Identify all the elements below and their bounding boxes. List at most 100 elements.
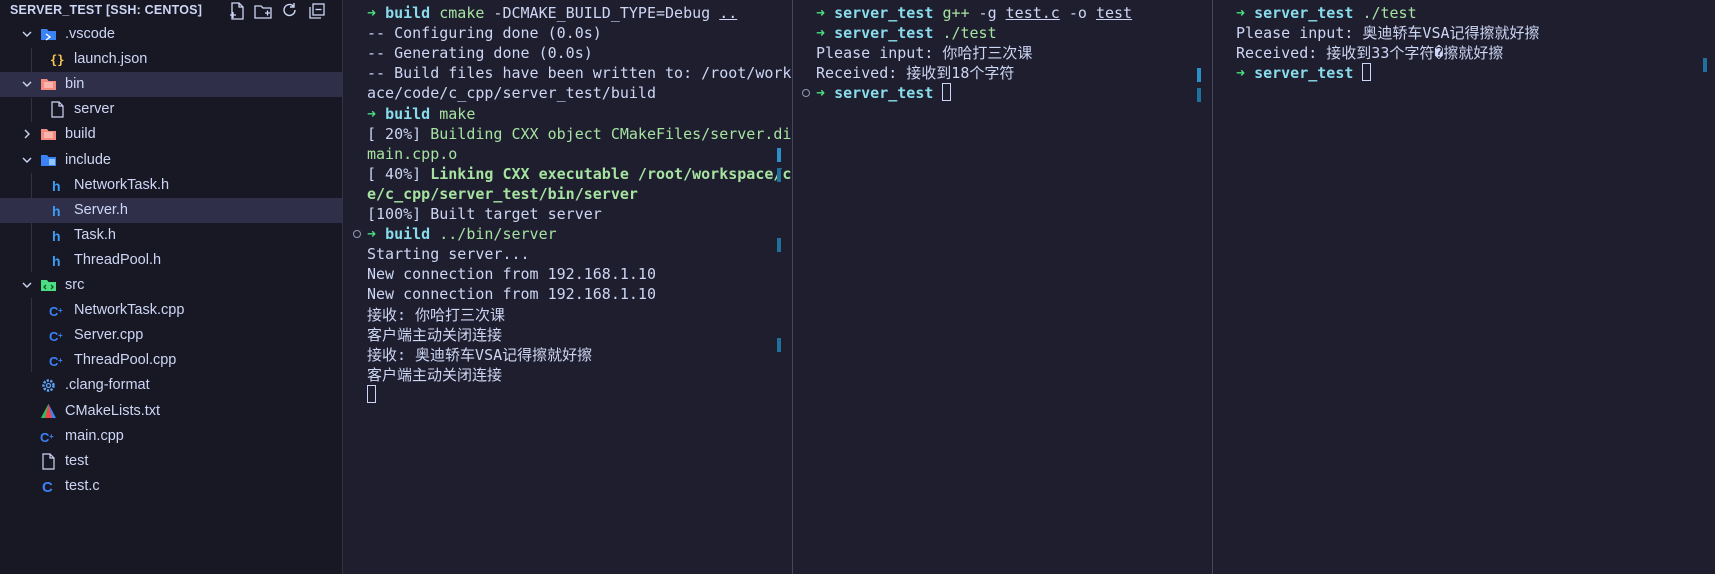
include-folder-icon — [40, 152, 57, 169]
tree-file-clang-format[interactable]: .clang-format — [0, 373, 342, 398]
svg-text:+: + — [58, 306, 63, 315]
terminal-line: ➜ server_test ./test — [1236, 3, 1417, 23]
terminal-cursor[interactable] — [367, 384, 376, 403]
terminal-output: Received: 接收到33个字符�擦就好擦 — [1236, 44, 1504, 63]
terminal-cursor[interactable] — [942, 83, 952, 102]
tree-item-label: test — [65, 452, 89, 469]
prompt-dir: server_test — [834, 84, 934, 103]
terminal-output: main.cpp.o — [367, 144, 458, 163]
tree-file-networktask-h[interactable]: h NetworkTask.h — [0, 173, 342, 198]
cmake-icon — [40, 403, 57, 420]
build-message: Building CXX object CMakeFiles/server.di… — [430, 124, 810, 143]
prompt-dir: server_test — [1254, 64, 1354, 83]
terminal-output: 接收: 你哈打三次课 — [367, 305, 506, 324]
svg-text:h: h — [52, 203, 61, 219]
tree-item-label: build — [65, 126, 96, 143]
chevron-right-icon[interactable] — [20, 127, 34, 141]
terminal-output: 客户端主动关闭连接 — [367, 365, 503, 384]
terminal-output: -- Build files have been written to: /ro… — [367, 64, 810, 83]
terminal-pane-2[interactable]: ➜ server_test g++ -g test.c -o test ➜ ser… — [793, 0, 1212, 574]
terminal-output: Starting server... — [367, 245, 530, 264]
chevron-down-icon[interactable] — [20, 77, 34, 91]
command-status-dot — [353, 230, 361, 239]
tree-file-test[interactable]: test — [0, 449, 342, 474]
command-status-dot — [802, 89, 810, 98]
tree-file-main-cpp[interactable]: C + main.cpp — [0, 424, 342, 449]
prompt-dir: build — [385, 225, 431, 244]
terminal-line: Received: 接收到18个字符 — [816, 63, 1014, 83]
tree-file-launch-json[interactable]: {} launch.json — [0, 47, 342, 72]
tree-folder-build[interactable]: build — [0, 122, 342, 147]
tree-folder-vscode[interactable]: .vscode — [0, 22, 342, 47]
chevron-down-icon[interactable] — [20, 27, 34, 41]
terminal-line: ➜ server_test — [802, 83, 952, 103]
prompt-arrow: ➜ — [816, 24, 826, 43]
terminal-line: main.cpp.o — [367, 144, 457, 164]
new-file-icon[interactable] — [227, 1, 247, 21]
terminal-output: Received: 接收到18个字符 — [816, 64, 1015, 83]
terminal-line: ➜ build ../bin/server — [353, 224, 557, 244]
terminal-output: Please input: 奥迪轿车VSA记得擦就好擦 — [1236, 24, 1540, 43]
tree-file-threadpool-h[interactable]: h ThreadPool.h — [0, 248, 342, 273]
command-args: -o — [1059, 4, 1096, 22]
header-file-icon: h — [49, 177, 66, 194]
terminal-output: e/c_cpp/server_test/bin/server — [367, 184, 638, 203]
svg-text:h: h — [52, 228, 61, 244]
prompt-dir: server_test — [834, 24, 934, 43]
scroll-marker — [777, 238, 781, 252]
tree-folder-bin[interactable]: bin — [0, 72, 342, 98]
tree-file-server-h[interactable]: h Server.h — [0, 197, 342, 223]
build-message: Linking CXX executable /root/workspace/c… — [430, 164, 810, 183]
svg-text:C: C — [42, 479, 53, 495]
tree-file-test-c[interactable]: Ctest.c — [0, 474, 342, 499]
scroll-marker — [1703, 58, 1707, 72]
tree-file-networktask-cpp[interactable]: C + NetworkTask.cpp — [0, 298, 342, 323]
build-progress: [ 20%] — [367, 124, 431, 143]
terminal-line: [100%] Built target server — [367, 204, 602, 224]
terminal-pane-3[interactable]: ➜ server_test ./test Please input: 奥迪轿车VS… — [1213, 0, 1715, 574]
command-name: ../bin/server — [439, 225, 557, 244]
cpp-file-icon: C + — [40, 428, 57, 445]
c-file-icon: C — [40, 478, 57, 496]
explorer-title: SERVER_TEST [SSH: CENTOS] — [10, 3, 203, 17]
terminal-output: -- Configuring done (0.0s) — [367, 24, 602, 43]
terminal-line: Please input: 你哈打三次课 — [816, 43, 1032, 63]
tree-file-server[interactable]: server — [0, 97, 342, 122]
header-file-icon: h — [49, 202, 66, 219]
terminal-output: New connection from 192.168.1.10 — [367, 265, 656, 284]
scroll-marker — [1197, 88, 1201, 102]
tree-file-threadpool-cpp[interactable]: C + ThreadPool.cpp — [0, 348, 342, 373]
tree-item-label: ThreadPool.cpp — [74, 352, 177, 369]
json-file-icon: {} — [49, 51, 66, 68]
prompt-arrow: ➜ — [1236, 4, 1246, 22]
terminal-line: ➜ server_test ./test — [816, 23, 997, 43]
tree-file-task-h[interactable]: h Task.h — [0, 223, 342, 248]
prompt-arrow: ➜ — [367, 225, 377, 244]
tree-folder-include[interactable]: include — [0, 148, 342, 173]
tree-file-cmakelists-txt[interactable]: CMakeLists.txt — [0, 399, 342, 424]
terminal-line: [ 20%] Building CXX object CMakeFiles/se… — [367, 124, 810, 144]
command-path-arg: test.c — [1005, 4, 1060, 22]
new-folder-icon[interactable] — [253, 1, 273, 21]
tree-item-label: test.c — [65, 477, 100, 494]
terminal-line: ace/code/c_cpp/server_test/build — [367, 83, 656, 103]
refresh-icon[interactable] — [280, 1, 300, 21]
prompt-dir: server_test — [1254, 4, 1354, 22]
tree-folder-src[interactable]: src — [0, 273, 342, 298]
build-folder-icon — [40, 126, 57, 143]
terminal-line: New connection from 192.168.1.10 — [367, 284, 656, 304]
prompt-arrow: ➜ — [816, 4, 826, 22]
terminal-pane-1[interactable]: ➜ build cmake -DCMAKE_BUILD_TYPE=Debug .… — [344, 0, 810, 574]
command-name: g++ — [942, 4, 970, 22]
terminal-line: [ 40%] Linking CXX executable /root/work… — [367, 164, 810, 184]
tree-item-label: Server.cpp — [74, 327, 144, 344]
chevron-down-icon[interactable] — [20, 278, 34, 292]
scroll-marker — [1197, 68, 1201, 82]
terminal-line: -- Build files have been written to: /ro… — [367, 63, 810, 83]
tree-file-server-cpp[interactable]: C + Server.cpp — [0, 323, 342, 348]
terminal-cursor[interactable] — [1362, 63, 1372, 82]
command-args: -g — [969, 4, 1006, 22]
prompt-dir: build — [385, 104, 431, 123]
chevron-down-icon[interactable] — [20, 153, 34, 167]
collapse-all-icon[interactable] — [307, 1, 327, 21]
